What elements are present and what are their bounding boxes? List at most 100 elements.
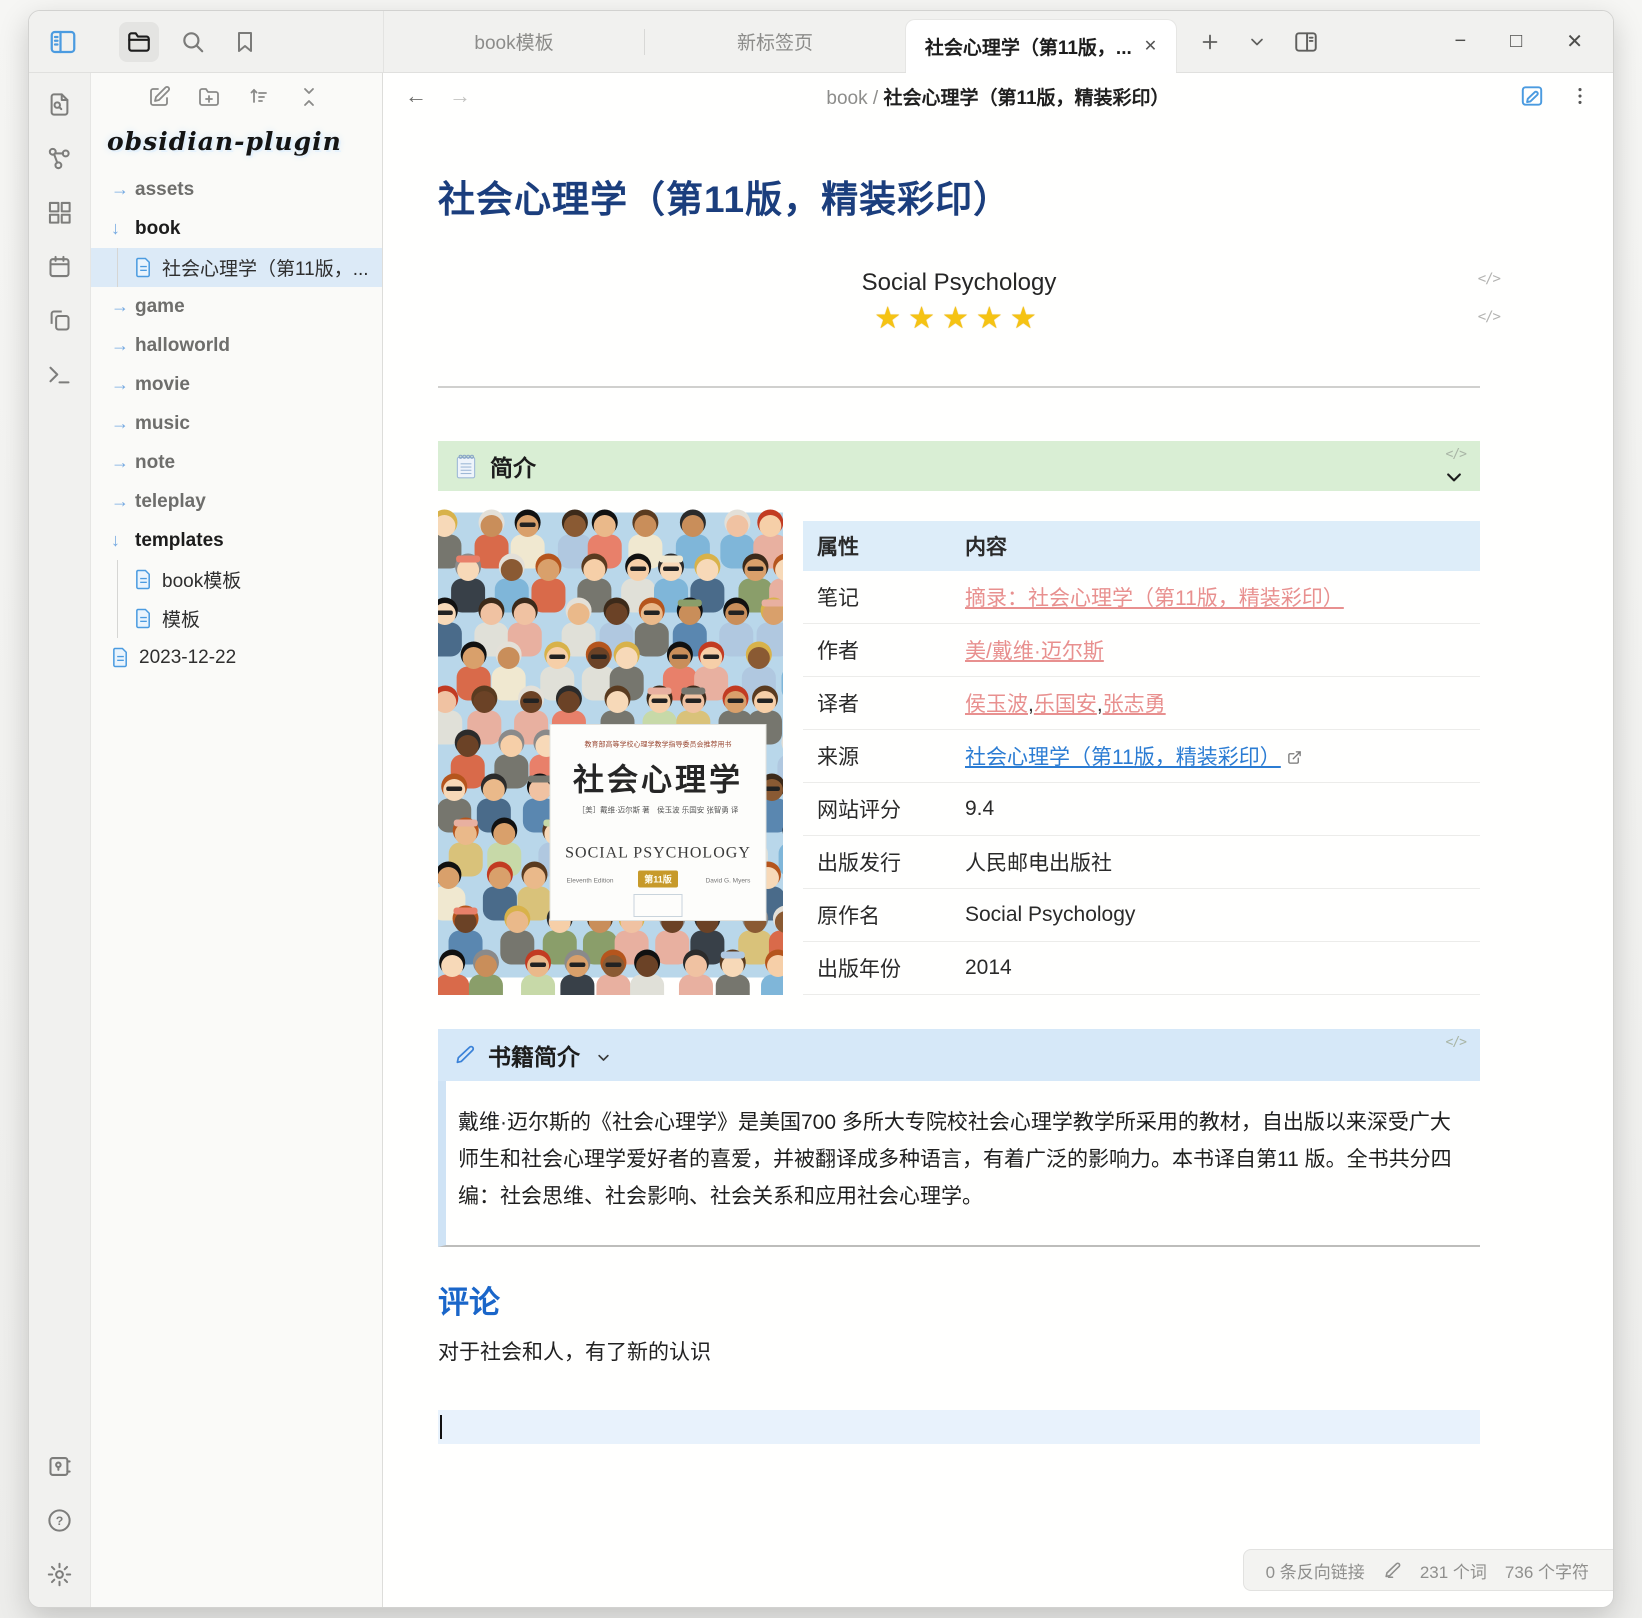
- unresolved-link[interactable]: 侯玉波: [965, 693, 1028, 716]
- collapse-chevron-icon[interactable]: [1444, 467, 1464, 487]
- property-label: 网站评分: [803, 783, 951, 836]
- sidebar-folder-teleplay[interactable]: →teleplay: [91, 482, 382, 521]
- tab-active-label: 社会心理学（第11版，...: [925, 33, 1132, 60]
- summary-callout-header[interactable]: 书籍简介 </>: [438, 1029, 1480, 1081]
- sidebar-folder-note[interactable]: →note: [91, 443, 382, 482]
- svg-text:教育部高等学校心理学教学指导委员会推荐用书: 教育部高等学校心理学教学指导委员会推荐用书: [585, 740, 732, 749]
- notepad-icon: [454, 453, 478, 480]
- document-icon: [111, 647, 130, 668]
- sidebar-folder-book[interactable]: ↓book: [91, 209, 382, 248]
- unresolved-link[interactable]: 摘录：社会心理学（第11版，精装彩印）: [965, 587, 1344, 610]
- external-link[interactable]: 社会心理学（第11版，精装彩印）: [965, 746, 1281, 769]
- bookmarks-icon[interactable]: [225, 22, 265, 62]
- table-header: 内容: [951, 521, 1480, 571]
- sidebar-folder-music[interactable]: →music: [91, 404, 382, 443]
- comments-text: 对于社会和人，有了新的认识: [438, 1336, 1480, 1366]
- document-icon: [134, 569, 153, 590]
- collapse-all-icon[interactable]: [297, 85, 321, 109]
- file-explorer-header: [91, 73, 382, 121]
- pencil-icon: [454, 1044, 476, 1066]
- edit-mode-icon[interactable]: [1519, 83, 1545, 109]
- file-explorer-pane: obsidian-plugin →assets↓book社会心理学（第11版，.…: [91, 73, 383, 1607]
- note-title: 社会心理学（第11版，精装彩印）: [438, 169, 1480, 223]
- quick-switcher-icon[interactable]: [43, 87, 77, 121]
- breadcrumb-file: 社会心理学（第11版，精装彩印）: [883, 88, 1169, 109]
- toggle-left-sidebar-icon[interactable]: [43, 22, 83, 62]
- word-count: 231 个词: [1420, 1558, 1487, 1583]
- terminal-icon[interactable]: [43, 357, 77, 391]
- sidebar-file-2023-12-22[interactable]: 2023-12-22: [91, 638, 382, 677]
- active-edit-line[interactable]: [438, 1410, 1480, 1444]
- tab-close-icon[interactable]: ✕: [1144, 36, 1157, 56]
- minimize-button[interactable]: −: [1454, 30, 1466, 53]
- tree-item-label: 模板: [162, 605, 200, 632]
- table-row: 作者美/戴维·迈尔斯: [803, 624, 1480, 677]
- tab-new[interactable]: 新标签页: [645, 11, 905, 72]
- code-block-edit-icon[interactable]: </>: [1446, 1035, 1466, 1050]
- new-note-icon[interactable]: [147, 85, 171, 109]
- nav-forward-icon[interactable]: →: [449, 83, 471, 109]
- search-icon[interactable]: [173, 22, 213, 62]
- nav-back-icon[interactable]: ←: [405, 83, 427, 109]
- tab-strip: book模板 新标签页 社会心理学（第11版，... ✕ − □ ✕: [383, 11, 1613, 72]
- unresolved-link[interactable]: 美/戴维·迈尔斯: [965, 640, 1104, 663]
- property-label: 译者: [803, 677, 951, 730]
- tree-item-label: book: [135, 218, 180, 240]
- code-block-edit-icon[interactable]: </>: [1478, 271, 1500, 287]
- sidebar-folder-templates[interactable]: ↓templates: [91, 521, 382, 560]
- sidebar-file-模板[interactable]: 模板: [91, 599, 382, 638]
- canvas-icon[interactable]: [43, 195, 77, 229]
- tree-indent-guide: [117, 248, 118, 287]
- new-tab-icon[interactable]: [1199, 31, 1221, 53]
- tree-item-label: movie: [135, 374, 190, 396]
- svg-text:SOCIAL PSYCHOLOGY: SOCIAL PSYCHOLOGY: [565, 845, 751, 862]
- unresolved-link[interactable]: 张志勇: [1103, 693, 1166, 716]
- sidebar-folder-game[interactable]: →game: [91, 287, 382, 326]
- code-block-edit-icon[interactable]: </>: [1478, 309, 1500, 325]
- sidebar-folder-assets[interactable]: →assets: [91, 170, 382, 209]
- collapse-chevron-icon[interactable]: [596, 1050, 611, 1065]
- sidebar-file-book模板[interactable]: book模板: [91, 560, 382, 599]
- templates-copy-icon[interactable]: [43, 303, 77, 337]
- unresolved-link[interactable]: 乐国安: [1034, 693, 1097, 716]
- table-row: 原作名Social Psychology: [803, 889, 1480, 942]
- tab-list-dropdown-icon[interactable]: [1247, 32, 1267, 52]
- window-controls: − □ ✕: [1454, 11, 1613, 72]
- window-title-bar: book模板 新标签页 社会心理学（第11版，... ✕ − □ ✕: [29, 11, 1613, 73]
- vault-switcher-icon[interactable]: [43, 1449, 77, 1483]
- text-cursor: [440, 1415, 442, 1439]
- maximize-button[interactable]: □: [1510, 30, 1522, 53]
- property-label: 笔记: [803, 571, 951, 624]
- svg-text:David G. Myers: David G. Myers: [706, 878, 752, 885]
- help-icon[interactable]: ?: [43, 1503, 77, 1537]
- settings-gear-icon[interactable]: [43, 1557, 77, 1591]
- subtitle-block: Social Psychology ★★★★★ </> </>: [438, 269, 1480, 336]
- property-label: 来源: [803, 730, 951, 783]
- tab-active-note[interactable]: 社会心理学（第11版，... ✕: [905, 19, 1177, 72]
- book-cover-panel: 教育部高等学校心理学教学指导委员会推荐用书 社会心理学 ［美］戴维·迈尔斯 著 …: [550, 725, 766, 921]
- vault-name[interactable]: obsidian-plugin: [91, 121, 382, 166]
- sidebar-file-社会心理学（第11版，...[interactable]: 社会心理学（第11版，...: [91, 248, 382, 287]
- property-value: 侯玉波,乐国安,张志勇: [951, 677, 1480, 730]
- split-stacked-tabs-icon[interactable]: [1293, 29, 1319, 55]
- left-ribbon: ?: [29, 73, 91, 1607]
- code-block-edit-icon[interactable]: </>: [1446, 447, 1466, 462]
- breadcrumb-separator: /: [868, 88, 884, 109]
- more-options-icon[interactable]: [1569, 85, 1591, 107]
- sort-order-icon[interactable]: [247, 85, 271, 109]
- property-value: 美/戴维·迈尔斯: [951, 624, 1480, 677]
- close-button[interactable]: ✕: [1566, 29, 1583, 54]
- table-row: 出版年份2014: [803, 942, 1480, 995]
- sidebar-folder-movie[interactable]: →movie: [91, 365, 382, 404]
- graph-view-icon[interactable]: [43, 141, 77, 175]
- new-folder-icon[interactable]: [197, 85, 221, 109]
- summary-callout-title: 书籍简介: [488, 1038, 580, 1072]
- backlinks-count[interactable]: 0 条反向链接: [1266, 1558, 1365, 1583]
- file-explorer-tab-icon[interactable]: [119, 22, 159, 62]
- calendar-icon[interactable]: [43, 249, 77, 283]
- note-subtitle: Social Psychology: [438, 269, 1480, 297]
- sidebar-folder-halloworld[interactable]: →halloworld: [91, 326, 382, 365]
- breadcrumb-folder[interactable]: book: [826, 88, 867, 109]
- tab-book-template[interactable]: book模板: [384, 11, 644, 72]
- intro-callout-header[interactable]: 简介 </>: [438, 441, 1480, 491]
